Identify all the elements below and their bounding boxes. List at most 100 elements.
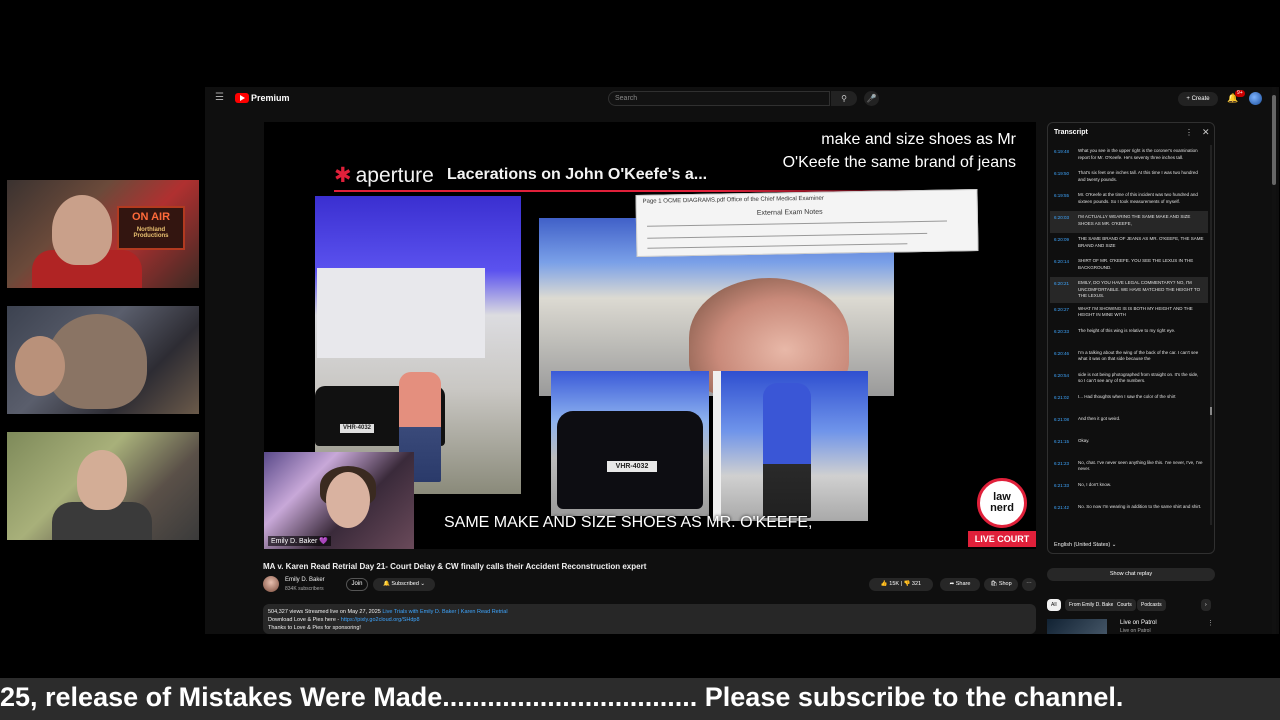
- transcript-segment[interactable]: 6:20:09 THE SAME BRAND OF JEANS AS MR. O'…: [1050, 233, 1208, 255]
- segment-text: Mr. O'Keefe at the time of this incident…: [1078, 192, 1198, 204]
- suv-shape: [557, 411, 703, 509]
- transcript-segment[interactable]: 6:20:33 The height of this wing is relati…: [1050, 325, 1208, 347]
- photo-lexus-building: VHR-4032: [315, 196, 521, 494]
- filter-chip[interactable]: Courts: [1113, 599, 1136, 611]
- subscriber-count: 834K subscribers: [285, 586, 324, 592]
- caption-top-line-2: O'Keefe the same brand of jeans: [782, 154, 1016, 171]
- segment-timestamp[interactable]: 6:20:33: [1054, 328, 1078, 344]
- hamburger-menu-icon[interactable]: ☰: [215, 93, 225, 103]
- on-air-subtext: Northland Productions: [133, 227, 169, 239]
- segment-timestamp[interactable]: 6:19:55: [1054, 192, 1078, 208]
- live-court-badge: LIVE COURT: [968, 531, 1036, 547]
- transcript-scroll-thumb[interactable]: [1210, 407, 1212, 415]
- recommended-thumbnail[interactable]: [1047, 619, 1107, 634]
- search-icon[interactable]: ⚲: [831, 91, 857, 106]
- show-chat-replay-button[interactable]: Show chat replay: [1047, 568, 1215, 581]
- segment-timestamp[interactable]: 6:21:42: [1054, 504, 1078, 520]
- on-air-sign: ON AIR Northland Productions: [117, 206, 185, 250]
- segment-text: WHAT I'M SHOWING IS IS BOTH MY HEIGHT AN…: [1078, 305, 1193, 318]
- transcript-menu-icon[interactable]: ⋮: [1185, 128, 1193, 137]
- segment-timestamp[interactable]: 6:21:15: [1054, 438, 1078, 454]
- video-title: MA v. Karen Read Retrial Day 21- Court D…: [263, 562, 647, 571]
- segment-text: I'm a talking about the wing of the back…: [1078, 349, 1199, 362]
- document-subheader: External Exam Notes: [756, 208, 823, 217]
- transcript-list[interactable]: 6:19:48 What you see in the upper right i…: [1050, 145, 1208, 525]
- close-icon[interactable]: ✕: [1202, 127, 1210, 138]
- recommended-menu-icon[interactable]: ⋮: [1207, 619, 1214, 627]
- caption-top: make and size shoes as Mr O'Keefe the sa…: [783, 128, 1016, 174]
- brand-label[interactable]: Premium: [251, 93, 290, 103]
- shop-button[interactable]: 🛍 Shop: [984, 578, 1018, 591]
- filter-chip[interactable]: ›: [1201, 599, 1211, 611]
- segment-text: EMILY, DO YOU HAVE LEGAL COMMENTARY? NO,…: [1078, 280, 1201, 298]
- transcript-segment[interactable]: 6:20:27 WHAT I'M SHOWING IS IS BOTH MY HE…: [1050, 303, 1208, 325]
- segment-timestamp[interactable]: 6:21:08: [1054, 416, 1078, 432]
- segment-text: The height of this wing is relative to m…: [1078, 327, 1176, 333]
- segment-timestamp[interactable]: 6:19:50: [1054, 170, 1078, 186]
- transcript-segment[interactable]: 6:19:48 What you see in the upper right i…: [1050, 145, 1208, 167]
- sponsor-link[interactable]: https://pixly.go2cloud.org/SHdp8: [341, 617, 420, 623]
- pip-name-label: Emily D. Baker 💜: [268, 536, 331, 546]
- channel-avatar[interactable]: [263, 576, 279, 592]
- transcript-scrollbar[interactable]: [1210, 145, 1212, 525]
- transcript-segment[interactable]: 6:20:03 I'M ACTUALLY WEARING THE SAME MAK…: [1050, 211, 1208, 233]
- document-line: [647, 232, 928, 239]
- transcript-segment[interactable]: 6:21:15 Okay.: [1050, 435, 1208, 457]
- segment-text: SHIRT OF MR. O'KEEFE. YOU SEE THE LEXUS …: [1078, 258, 1194, 270]
- recommended-title[interactable]: Live on Patrol: [1120, 620, 1157, 626]
- create-button[interactable]: + Create: [1178, 92, 1218, 106]
- sponsor-thanks: Thanks to Love & Pies for sponsoring!: [268, 625, 361, 631]
- ticker-text: 25, release of Mistakes Were Made.......…: [0, 682, 1124, 712]
- segment-text: No. So now I'm wearing in addition to th…: [1078, 503, 1202, 509]
- youtube-logo-icon[interactable]: [235, 93, 249, 103]
- filter-chip[interactable]: From Emily D. Baker: [1065, 599, 1120, 611]
- transcript-language-select[interactable]: English (United States) ⌄: [1054, 542, 1116, 548]
- segment-timestamp[interactable]: 6:21:02: [1054, 394, 1078, 410]
- segment-timestamp[interactable]: 6:20:03: [1054, 214, 1078, 230]
- playlist-link[interactable]: Live Trials with Emily D. Baker | Karen …: [382, 609, 507, 615]
- subscribed-button[interactable]: 🔔 Subscribed ⌄: [373, 578, 435, 591]
- segment-timestamp[interactable]: 6:21:23: [1054, 460, 1078, 476]
- recommended-video[interactable]: Live on Patrol Live on Patrol ⋮: [1047, 619, 1215, 634]
- transcript-segment[interactable]: 6:19:50 That's six feet one inches tall. …: [1050, 167, 1208, 189]
- youtube-window: ☰ Premium Search ⚲ 🎤 + Create 🔔 9+ ✱ aper…: [205, 87, 1279, 634]
- microphone-icon[interactable]: 🎤: [864, 91, 879, 106]
- segment-text: That's six feet one inches tall. At this…: [1078, 170, 1198, 182]
- transcript-segment[interactable]: 6:21:08 And then it got weird.: [1050, 413, 1208, 435]
- transcript-segment[interactable]: 6:21:02 I... Had thoughts when I saw the …: [1050, 391, 1208, 413]
- transcript-segment[interactable]: 6:20:21 EMILY, DO YOU HAVE LEGAL COMMENTA…: [1050, 277, 1208, 303]
- segment-timestamp[interactable]: 6:20:54: [1054, 372, 1078, 388]
- filter-chip[interactable]: All: [1047, 599, 1061, 611]
- filter-chip[interactable]: Podcasts: [1137, 599, 1166, 611]
- video-player[interactable]: ✱ aperture Lacerations on John O'Keefe's …: [264, 122, 1036, 549]
- segment-timestamp[interactable]: 6:20:21: [1054, 280, 1078, 300]
- more-actions-button[interactable]: ⋯: [1022, 578, 1036, 591]
- transcript-segment[interactable]: 6:21:23 No, chat. I've never seen anythin…: [1050, 457, 1208, 479]
- share-button[interactable]: ➦ Share: [940, 578, 980, 591]
- segment-timestamp[interactable]: 6:19:48: [1054, 148, 1078, 164]
- account-avatar[interactable]: [1249, 92, 1262, 105]
- building-shape: [317, 268, 485, 358]
- page-scrollbar[interactable]: [1272, 87, 1276, 634]
- search-input[interactable]: Search: [608, 91, 830, 106]
- segment-timestamp[interactable]: 6:20:27: [1054, 306, 1078, 322]
- caption-top-line-1: make and size shoes as Mr: [821, 131, 1016, 148]
- transcript-segment[interactable]: 6:19:55 Mr. O'Keefe at the time of this i…: [1050, 189, 1208, 211]
- transcript-segment[interactable]: 6:20:46 I'm a talking about the wing of t…: [1050, 347, 1208, 369]
- segment-timestamp[interactable]: 6:20:09: [1054, 236, 1078, 252]
- join-button[interactable]: Join: [346, 578, 368, 591]
- transcript-segment[interactable]: 6:21:33 No, I don't know.: [1050, 479, 1208, 501]
- transcript-segment[interactable]: 6:20:54 side is not being photographed fr…: [1050, 369, 1208, 391]
- transcript-segment[interactable]: 6:20:14 SHIRT OF MR. O'KEEFE. YOU SEE THE…: [1050, 255, 1208, 277]
- recommended-channel: Live on Patrol: [1120, 628, 1151, 634]
- page-scroll-thumb[interactable]: [1272, 95, 1276, 185]
- host-1-figure: [52, 195, 112, 265]
- pip-head-shape: [326, 472, 370, 528]
- segment-timestamp[interactable]: 6:20:14: [1054, 258, 1078, 274]
- video-description[interactable]: 504,327 views Streamed live on May 27, 2…: [263, 604, 1036, 634]
- segment-timestamp[interactable]: 6:20:46: [1054, 350, 1078, 366]
- channel-name[interactable]: Emily D. Baker: [285, 577, 325, 583]
- transcript-segment[interactable]: 6:21:42 No. So now I'm wearing in additio…: [1050, 501, 1208, 523]
- like-dislike-button[interactable]: 👍 15K | 👎 321: [869, 578, 933, 591]
- segment-timestamp[interactable]: 6:21:33: [1054, 482, 1078, 498]
